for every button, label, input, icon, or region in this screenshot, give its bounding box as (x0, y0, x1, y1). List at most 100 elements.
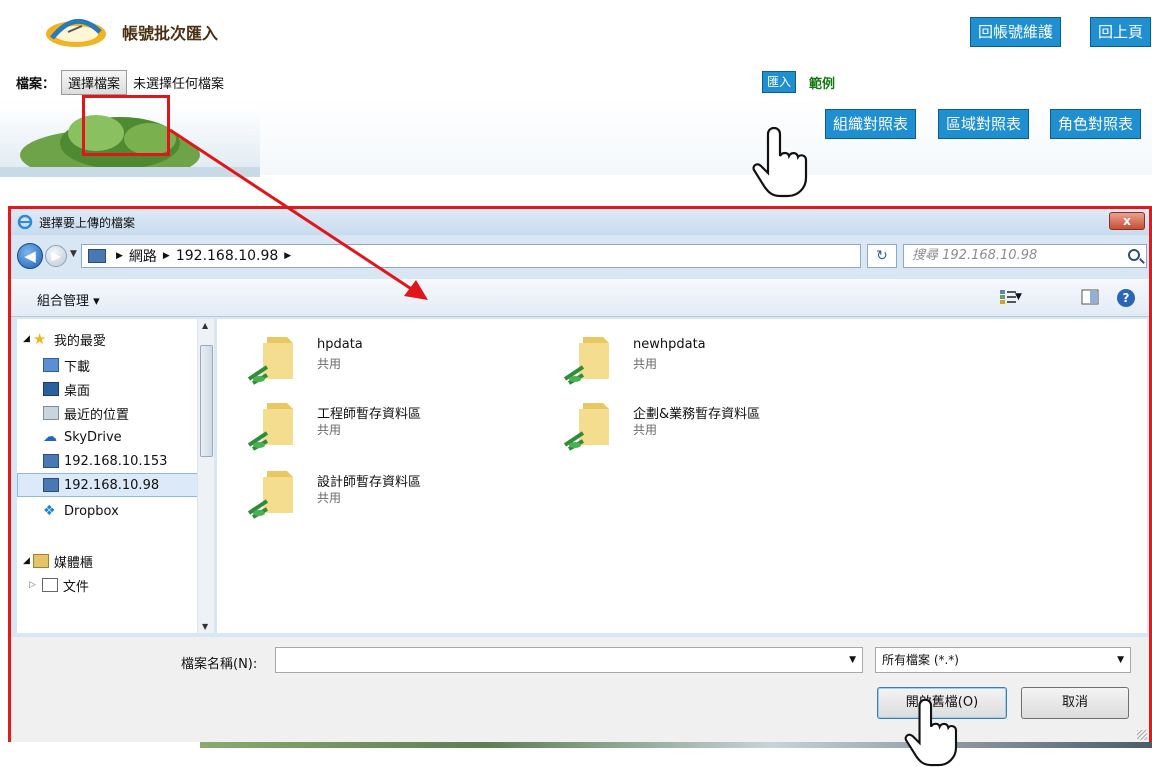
region-mapping-button[interactable]: 區域對照表 (938, 109, 1030, 139)
file-type-select[interactable]: 所有檔案 (*.*) ▼ (875, 647, 1131, 673)
folder-item[interactable]: 企劃&業務暫存資料區 共用 (563, 397, 823, 457)
nav-item-host-153[interactable]: 192.168.10.153 (17, 449, 213, 473)
folder-name: 設計師暫存資料區 (317, 475, 422, 490)
file-type-dropdown-icon[interactable]: ▼ (1117, 648, 1124, 672)
folder-share-status: 共用 (633, 423, 658, 437)
download-folder-icon (43, 358, 59, 372)
cancel-button[interactable]: 取消 (1021, 687, 1129, 719)
organize-menu[interactable]: 組合管理 ▾ (37, 290, 100, 309)
import-button[interactable]: 匯入 (762, 71, 797, 93)
search-placeholder: 搜尋 192.168.10.98 (912, 248, 1038, 263)
breadcrumb-network[interactable]: 網路 (129, 246, 157, 266)
breadcrumb-chevron-icon[interactable]: ▶ (284, 251, 291, 261)
history-dropdown-icon[interactable]: ▼ (70, 249, 77, 259)
file-open-dialog: 選擇要上傳的檔案 x ◀ ▶ ▼ ▶ 網路 ▶ 192.168.10.98 ▶ … (8, 206, 1152, 742)
desktop-icon (43, 382, 59, 396)
nav-item-label: 最近的位置 (64, 407, 130, 423)
view-dropdown-icon[interactable]: ▼ (1015, 289, 1033, 305)
folder-share-status: 共用 (317, 357, 342, 371)
network-computer-icon (43, 454, 59, 468)
choose-file-highlight-box (82, 95, 170, 156)
help-icon[interactable]: ? (1117, 289, 1135, 307)
filename-input[interactable]: ▼ (275, 647, 863, 673)
no-file-text: 未選擇任何檔案 (133, 77, 225, 92)
folder-share-status: 共用 (317, 491, 342, 505)
nav-item-downloads[interactable]: 下載 (17, 353, 213, 377)
dialog-toolbar: 組合管理 ▾ ▼ ? (11, 279, 1149, 317)
collapse-arrow-icon[interactable]: ◢ (23, 334, 30, 344)
back-arrow-icon[interactable]: ◀ (17, 243, 43, 269)
folder-name: 企劃&業務暫存資料區 (633, 407, 761, 422)
scroll-down-icon[interactable]: ▼ (202, 622, 208, 631)
nav-item-label: 文件 (62, 579, 89, 595)
pointer-hand-icon (752, 126, 808, 198)
nav-item-label: SkyDrive (64, 429, 122, 445)
role-mapping-button[interactable]: 角色對照表 (1050, 109, 1142, 139)
network-icon (88, 249, 106, 263)
pointer-hand-icon (904, 698, 958, 767)
choose-file-button[interactable]: 選擇檔案 (61, 70, 128, 95)
folder-name: 工程師暫存資料區 (317, 407, 422, 422)
address-bar[interactable]: ▶ 網路 ▶ 192.168.10.98 ▶ ▼ (81, 244, 925, 270)
star-icon: ★ (32, 330, 47, 348)
breadcrumb-chevron-icon[interactable]: ▶ (116, 251, 123, 261)
account-maintenance-button[interactable]: 回帳號維護 (970, 17, 1062, 47)
nav-item-documents[interactable]: ▷ 文件 (17, 573, 213, 597)
nav-favorites[interactable]: ◢ ★ 我的最愛 (17, 327, 213, 351)
nav-item-skydrive[interactable]: ☁ SkyDrive (17, 425, 213, 449)
ie-icon (17, 214, 33, 230)
file-label: 檔案： (16, 77, 56, 92)
shared-folder-icon (563, 403, 609, 451)
shared-folder-icon (247, 403, 293, 451)
folder-item[interactable]: 工程師暫存資料區 共用 (247, 397, 507, 457)
collapse-arrow-icon[interactable]: ◢ (23, 556, 30, 566)
nav-libraries-label: 媒體櫃 (53, 555, 93, 571)
nav-item-label: 192.168.10.153 (64, 453, 168, 469)
expand-arrow-icon[interactable]: ▷ (29, 580, 36, 590)
search-icon[interactable] (1128, 249, 1140, 261)
search-input[interactable]: 搜尋 192.168.10.98 (903, 244, 1147, 268)
filename-dropdown-icon[interactable]: ▼ (849, 655, 856, 665)
scroll-up-icon[interactable]: ▲ (202, 321, 208, 330)
skydrive-icon: ☁ (43, 429, 57, 445)
folder-share-status: 共用 (633, 357, 658, 371)
folder-item[interactable]: hpdata 共用 (247, 331, 507, 391)
resize-grip-icon[interactable] (1137, 730, 1147, 740)
folder-name: newhpdata (633, 337, 706, 352)
breadcrumb-host[interactable]: 192.168.10.98 (176, 248, 278, 264)
logo-icon (46, 18, 106, 47)
nav-libraries[interactable]: ◢ 媒體櫃 (17, 549, 213, 573)
close-button[interactable]: x (1109, 212, 1145, 230)
page-bottom-band (200, 742, 1152, 748)
file-type-value: 所有檔案 (*.*) (882, 653, 959, 667)
shared-folder-icon (247, 337, 293, 385)
library-icon (32, 554, 49, 568)
nav-item-host-98[interactable]: 192.168.10.98 (17, 473, 213, 497)
nav-item-label: 192.168.10.98 (64, 477, 160, 493)
nav-item-dropbox[interactable]: ❖ Dropbox (17, 499, 213, 523)
dialog-titlebar: 選擇要上傳的檔案 x (11, 209, 1149, 235)
forward-arrow-icon[interactable]: ▶ (45, 245, 67, 267)
nav-scrollbar[interactable]: ▲ ▼ (197, 319, 214, 633)
scroll-thumb[interactable] (200, 345, 213, 457)
file-list-pane: hpdata 共用 newhpdata 共用 工程師暫存資料區 共用 企劃&業務… (217, 319, 1147, 633)
folder-item[interactable]: newhpdata 共用 (563, 331, 823, 391)
nav-favorites-label: 我的最愛 (53, 333, 106, 349)
sample-link[interactable]: 範例 (809, 73, 835, 92)
nav-item-desktop[interactable]: 桌面 (17, 377, 213, 401)
dialog-title: 選擇要上傳的檔案 (39, 215, 136, 230)
breadcrumb-chevron-icon[interactable]: ▶ (163, 251, 170, 261)
network-computer-icon (43, 478, 59, 492)
refresh-icon[interactable]: ↻ (867, 244, 897, 268)
nav-item-label: Dropbox (64, 503, 119, 519)
shared-folder-icon (247, 471, 293, 519)
org-mapping-button[interactable]: 組織對照表 (825, 109, 917, 139)
file-row: 檔案： 選擇檔案 未選擇任何檔案 (16, 70, 224, 95)
folder-item[interactable]: 設計師暫存資料區 共用 (247, 465, 507, 525)
preview-pane-icon[interactable] (1081, 289, 1099, 305)
address-row: ◀ ▶ ▼ ▶ 網路 ▶ 192.168.10.98 ▶ ▼ ↻ 搜尋 192.… (11, 237, 1149, 273)
back-button[interactable]: 回上頁 (1090, 17, 1152, 47)
recent-places-icon (43, 406, 59, 420)
filename-label: 檔案名稱(N): (181, 657, 258, 672)
nav-item-recent[interactable]: 最近的位置 (17, 401, 213, 425)
